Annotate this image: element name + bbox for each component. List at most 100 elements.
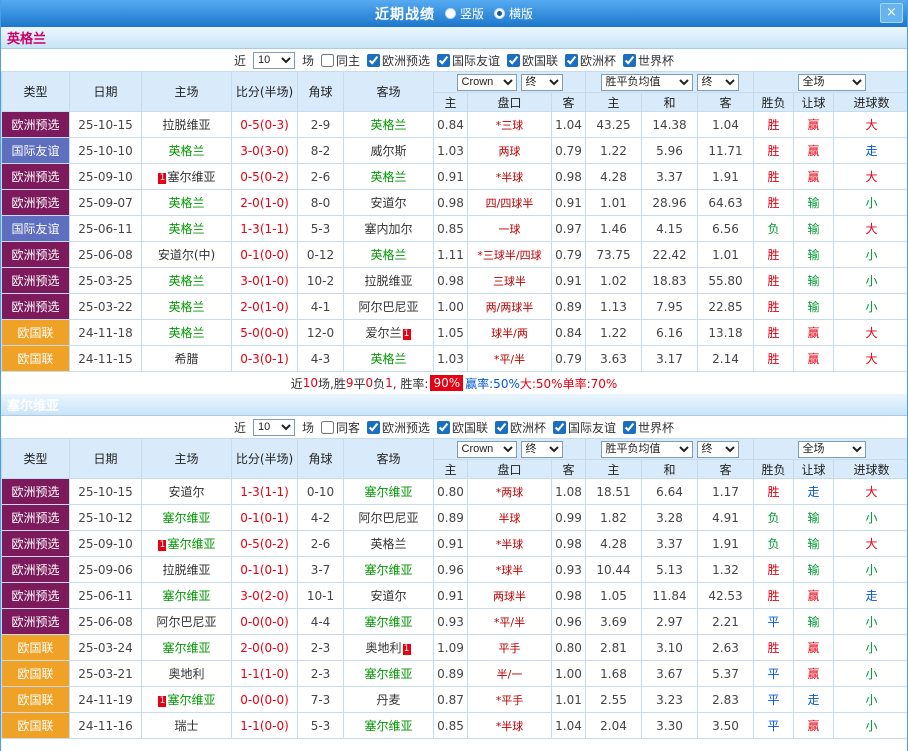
home-team: 拉脱维亚 — [141, 556, 232, 583]
filter-checkbox[interactable] — [366, 420, 380, 434]
odds-home: 0.84 — [433, 111, 468, 138]
match-type: 欧国联 — [1, 660, 70, 687]
filter-option[interactable]: 欧洲杯 — [565, 52, 616, 69]
result-wdl: 平 — [753, 686, 795, 713]
away-team: 阿尔巴尼亚 — [343, 293, 434, 320]
wdl-draw: 22.42 — [641, 241, 698, 268]
match-count-select[interactable]: 10 — [252, 418, 295, 436]
odds-final-select[interactable]: 终 — [520, 73, 563, 91]
odds-final-select[interactable]: 终 — [520, 440, 563, 458]
wdl-final-select[interactable]: 终 — [696, 440, 739, 458]
wdl-draw: 6.64 — [641, 478, 698, 505]
wdl-draw: 14.38 — [641, 111, 698, 138]
filter-option[interactable]: 国际友谊 — [553, 419, 616, 436]
wdl-home: 1.22 — [585, 137, 642, 164]
filter-checkbox[interactable] — [437, 53, 450, 67]
filter-checkbox[interactable] — [320, 53, 334, 67]
filter-checkbox[interactable] — [553, 420, 567, 434]
result-goals: 小 — [833, 608, 907, 635]
wdl-away: 6.56 — [696, 215, 755, 242]
corner-score: 4-4 — [297, 608, 344, 635]
odds-home: 0.89 — [433, 504, 468, 531]
wdl-mode-select[interactable]: 胜平负均值 — [600, 440, 693, 458]
filter-checkbox[interactable] — [366, 53, 380, 67]
scope-select[interactable]: 全场 — [797, 440, 866, 458]
wdl-draw: 3.37 — [641, 163, 698, 190]
corner-score: 4-1 — [297, 293, 344, 320]
handicap-value: 半/一 — [467, 660, 552, 687]
handicap-value: *平手 — [467, 686, 552, 713]
result-goals: 大 — [833, 345, 907, 372]
red-card-badge: 1 — [158, 173, 167, 184]
result-goals: 大 — [833, 530, 907, 557]
wdl-home: 1.68 — [585, 660, 642, 687]
wdl-final-select[interactable]: 终 — [696, 73, 739, 91]
result-handicap: 赢 — [793, 660, 835, 687]
odds-away: 1.08 — [551, 478, 586, 505]
filter-checkbox[interactable] — [507, 53, 521, 67]
home-team: 塞尔维亚 — [141, 582, 232, 609]
home-team: 英格兰 — [141, 189, 232, 216]
away-team: 威尔斯 — [343, 137, 434, 164]
away-team: 英格兰 — [343, 530, 434, 557]
filter-checkbox[interactable] — [623, 420, 637, 434]
wdl-home: 10.44 — [585, 556, 642, 583]
layout-radio-horizontal[interactable]: 横版 — [494, 5, 533, 22]
result-goals: 小 — [833, 660, 907, 687]
result-wdl: 胜 — [753, 556, 795, 583]
filter-option[interactable]: 国际友谊 — [437, 52, 500, 69]
filter-option[interactable]: 同主 — [320, 52, 360, 69]
corner-score: 7-3 — [297, 686, 344, 713]
bookmaker-select[interactable]: Crown — [456, 440, 517, 458]
match-date: 25-03-22 — [69, 293, 142, 320]
wdl-away: 1.17 — [696, 478, 755, 505]
match-type: 欧国联 — [1, 686, 70, 713]
bookmaker-select[interactable]: Crown — [456, 73, 517, 91]
handicap-value: 两/两球半 — [467, 293, 552, 320]
wdl-draw: 3.17 — [641, 345, 698, 372]
layout-radio-vertical[interactable]: 竖版 — [444, 5, 484, 22]
recent-results-window: 近期战绩 竖版 横版 × 英格兰近 10 场同主 欧洲预选 国际友谊 欧国联 欧洲杯 世界杯类… — [0, 0, 908, 751]
filter-option[interactable]: 欧国联 — [437, 419, 488, 436]
odds-home: 1.03 — [433, 345, 468, 372]
filter-option[interactable]: 欧洲预选 — [366, 419, 430, 436]
filter-option[interactable]: 世界杯 — [623, 52, 674, 69]
match-score: 1-3(1-1) — [231, 215, 298, 242]
filter-checkbox[interactable] — [437, 420, 450, 434]
corner-score: 4-3 — [297, 345, 344, 372]
result-wdl: 胜 — [753, 582, 795, 609]
filter-option[interactable]: 欧洲杯 — [495, 419, 546, 436]
summary-part: 10 — [302, 376, 318, 390]
wdl-mode-select[interactable]: 胜平负均值 — [600, 73, 693, 91]
scope-select[interactable]: 全场 — [797, 73, 866, 91]
team-label: 英格兰 — [168, 196, 205, 210]
corner-score: 0-10 — [297, 478, 344, 505]
filter-option[interactable]: 欧国联 — [507, 52, 558, 69]
result-handicap: 输 — [793, 215, 835, 242]
filter-option[interactable]: 同客 — [320, 419, 360, 436]
away-team: 安道尔 — [343, 189, 434, 216]
result-goals: 大 — [833, 163, 907, 190]
wdl-away: 1.04 — [696, 111, 755, 138]
result-wdl: 胜 — [753, 478, 795, 505]
filter-checkbox[interactable] — [623, 53, 637, 67]
handicap-value: 平手 — [467, 634, 552, 661]
filter-row: 近 10 场 同主 欧洲预选 国际友谊 欧国联 欧洲杯 世界杯 — [1, 49, 907, 71]
handicap-value: 两球 — [467, 137, 552, 164]
odds-away: 0.91 — [551, 189, 586, 216]
match-date: 25-09-07 — [69, 189, 142, 216]
filter-checkbox[interactable] — [565, 53, 579, 67]
odds-home: 0.98 — [433, 267, 468, 294]
filter-option[interactable]: 世界杯 — [623, 419, 674, 436]
away-team: 奥地利 1 — [343, 634, 434, 661]
match-count-select[interactable]: 10 — [252, 51, 295, 69]
filter-checkbox[interactable] — [320, 420, 334, 434]
wdl-home: 1.46 — [585, 215, 642, 242]
team-label: 塞尔维亚 — [364, 485, 413, 499]
filter-checkbox[interactable] — [495, 420, 509, 434]
handicap-value: 一球 — [467, 215, 552, 242]
filter-option[interactable]: 欧洲预选 — [366, 52, 430, 69]
col-odds-home: 主 — [433, 92, 468, 112]
close-button[interactable]: × — [880, 3, 903, 23]
summary-part: , 胜率: — [392, 376, 429, 391]
